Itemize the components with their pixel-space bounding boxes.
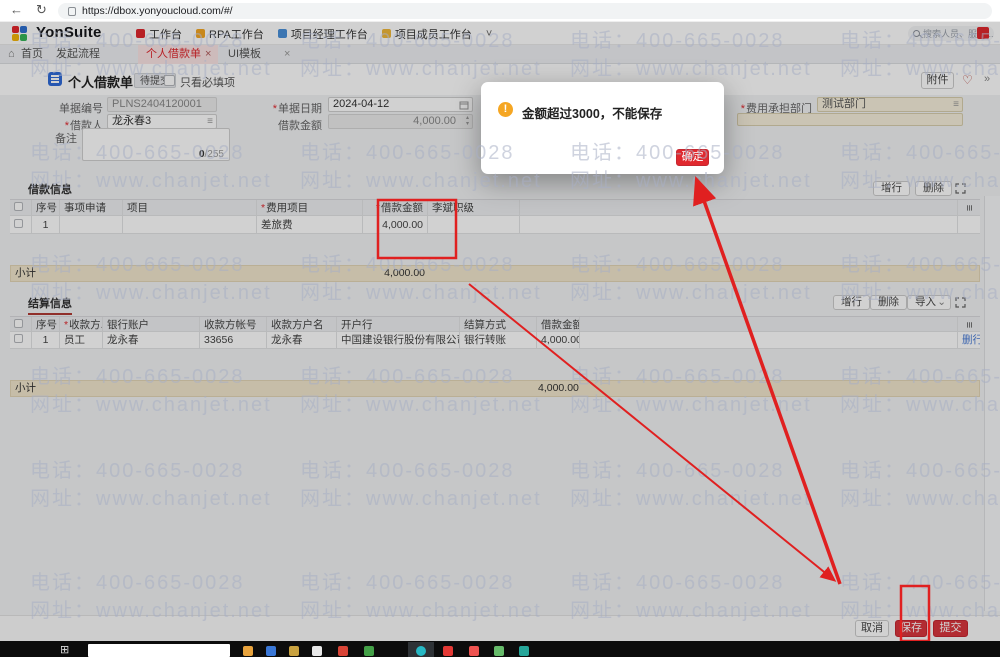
url-text: https://dbox.yonyoucloud.com/#/ <box>82 5 233 17</box>
taskbar-icon-app-green[interactable] <box>364 646 374 656</box>
taskbar-search[interactable] <box>88 644 230 657</box>
os-taskbar[interactable]: ⊞ <box>0 641 1000 657</box>
refresh-icon[interactable]: ↻ <box>36 2 47 18</box>
taskbar-icon-app-green2[interactable] <box>494 646 504 656</box>
address-bar[interactable]: https://dbox.yonyoucloud.com/#/ <box>58 3 992 19</box>
start-icon[interactable]: ⊞ <box>60 643 69 656</box>
taskbar-icon-app-white[interactable] <box>312 646 322 656</box>
warning-icon: ! <box>498 102 513 117</box>
taskbar-icon-app-orange[interactable] <box>243 646 253 656</box>
screen: ← ↻ https://dbox.yonyoucloud.com/#/ YonS… <box>0 0 1000 657</box>
taskbar-icon-app-red2[interactable] <box>443 646 453 656</box>
ok-button[interactable]: 确定 <box>676 149 709 166</box>
alert-dialog: ! 金额超过3000，不能保存 确定 <box>481 82 724 174</box>
alert-message: 金额超过3000，不能保存 <box>522 107 663 121</box>
taskbar-icon-app-folder[interactable] <box>289 646 299 656</box>
back-icon[interactable]: ← <box>10 2 23 17</box>
taskbar-icon-app-blue[interactable] <box>266 646 276 656</box>
taskbar-icon-app-pink[interactable] <box>469 646 479 656</box>
site-info-icon[interactable] <box>68 6 76 16</box>
taskbar-icon-app-teal[interactable] <box>416 646 426 656</box>
browser-chrome: ← ↻ https://dbox.yonyoucloud.com/#/ <box>0 0 1000 22</box>
taskbar-icon-app-red[interactable] <box>338 646 348 656</box>
taskbar-icon-app-teal2[interactable] <box>519 646 529 656</box>
